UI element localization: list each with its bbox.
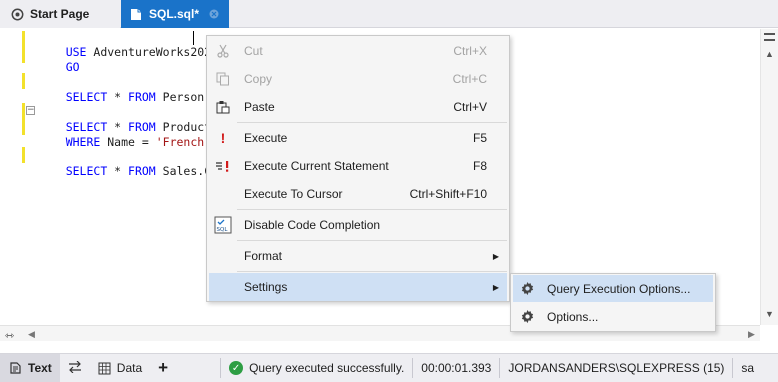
menu-item-label: Copy [244,72,273,86]
menu-item-label: Execute To Cursor [244,187,343,201]
code-token: SELECT [65,90,108,104]
code-token: FROM [128,164,156,178]
menu-item-shortcut: Ctrl+X [453,44,487,58]
code-token: GO [65,60,80,74]
scroll-up-icon[interactable]: ▲ [765,49,774,59]
submenu-arrow-icon: ▶ [492,282,499,292]
sql-file-icon [129,7,143,21]
tab-sql-file-label: SQL.sql* [149,7,200,21]
menu-item-label: Format [244,249,283,263]
menu-item-options[interactable]: Options... [513,303,713,330]
code-line: GO [38,45,80,74]
scroll-left-icon[interactable]: ◀ [28,329,35,340]
horizontal-split-icon[interactable]: ⇿ [5,329,14,342]
cut-icon [214,42,232,60]
text-view-icon [8,361,22,375]
tab-close-icon[interactable] [207,7,221,21]
execute-current-statement-icon [214,157,232,175]
menu-item-shortcut: F8 [472,159,487,173]
split-view-icon[interactable] [764,33,775,41]
menu-item-label: Settings [244,280,288,294]
text-caret [193,31,194,45]
swap-panels-button[interactable] [60,354,90,382]
scroll-down-icon[interactable]: ▼ [765,309,774,319]
status-bar: Text Data + ✓ Query executed successfull… [0,353,778,382]
scroll-right-icon[interactable]: ▶ [748,329,755,340]
change-marker [22,103,25,135]
menu-item-query-execution-options[interactable]: Query Execution Options... [513,275,713,302]
change-marker [22,73,25,89]
change-marker [22,147,25,163]
menu-separator [237,122,507,123]
gear-icon [518,308,536,326]
menu-item-label: Options... [547,309,599,324]
code-line: USE AdventureWorks2022 [38,30,218,59]
tab-start-page-label: Start Page [30,7,90,21]
menu-item-shortcut: Ctrl+V [453,100,487,114]
editor-context-menu: Cut Ctrl+X Copy Ctrl+C Paste Ctrl+V ! Ex… [206,35,510,302]
connection-info: JORDANSANDERS\SQLEXPRESS (15) [508,361,725,375]
sql-completion-icon: SQL [214,216,232,234]
status-message-text: Query executed successfully. [249,361,405,375]
menu-item-format[interactable]: Format ▶ [209,242,507,270]
tab-start-page[interactable]: Start Page [0,0,120,28]
menu-item-label: Execute [244,131,288,145]
menu-item-shortcut: F5 [472,131,487,145]
grid-icon [98,362,111,375]
code-token: FROM [128,90,156,104]
data-view-label: Data [116,361,143,375]
gear-icon [518,280,536,298]
settings-submenu: Query Execution Options... Options... [510,273,716,332]
menu-separator [237,271,507,272]
menu-item-label: Query Execution Options... [547,281,691,296]
menu-item-execute-to-cursor[interactable]: Execute To Cursor Ctrl+Shift+F10 [209,180,507,208]
menu-item-label: Cut [244,44,263,58]
code-token: Name = [100,135,156,149]
plus-icon: + [158,358,169,377]
code-token: WHERE [65,135,101,149]
code-token: * [107,164,129,178]
code-token: AdventureWorks2022 [86,45,219,59]
execute-icon: ! [220,130,226,146]
paste-icon [214,98,232,116]
code-token: 'French' [155,135,212,149]
change-marker [22,31,25,63]
menu-item-execute[interactable]: ! Execute F5 [209,124,507,152]
success-check-icon: ✓ [229,361,244,375]
submenu-arrow-icon: ▶ [492,251,499,261]
menu-item-copy[interactable]: Copy Ctrl+C [209,65,507,93]
menu-item-cut[interactable]: Cut Ctrl+X [209,37,507,65]
code-token: SELECT [65,164,108,178]
code-line: SELECT * FROM Production [38,105,232,134]
menu-separator [237,240,507,241]
fold-toggle-icon[interactable]: − [26,106,35,115]
tab-sql-file[interactable]: SQL.sql* [121,0,229,28]
elapsed-time: 00:00:01.393 [421,361,492,375]
menu-item-settings[interactable]: Settings ▶ [209,273,507,301]
menu-item-disable-code-completion[interactable]: SQL Disable Code Completion [209,211,507,239]
vertical-scrollbar[interactable]: ▲ ▼ [760,29,778,325]
code-line: WHERE Name = 'French'; [38,120,218,149]
status-message: ✓ Query executed successfully. [221,354,412,382]
menu-item-shortcut: Ctrl+C [452,72,487,86]
menu-item-label: Execute Current Statement [244,159,389,173]
code-token: * [107,90,129,104]
copy-icon [214,70,232,88]
code-line: SELECT * FROM Person.Add [38,75,232,104]
menu-item-label: Paste [244,100,275,114]
add-view-button[interactable]: + [150,354,176,382]
svg-text:SQL: SQL [217,227,229,233]
menu-item-shortcut: Ctrl+Shift+F10 [409,187,487,201]
swap-icon [68,360,82,376]
user-name: sa [741,361,755,375]
menu-separator [237,209,507,210]
text-view-label: Text [28,361,52,375]
document-tab-bar: Start Page SQL.sql* [0,0,778,28]
menu-item-paste[interactable]: Paste Ctrl+V [209,93,507,121]
text-view-button[interactable]: Text [0,353,60,382]
menu-item-label: Disable Code Completion [244,218,381,232]
start-page-icon [10,7,24,21]
menu-item-execute-current-statement[interactable]: Execute Current Statement F8 [209,152,507,180]
data-view-button[interactable]: Data [90,354,150,382]
